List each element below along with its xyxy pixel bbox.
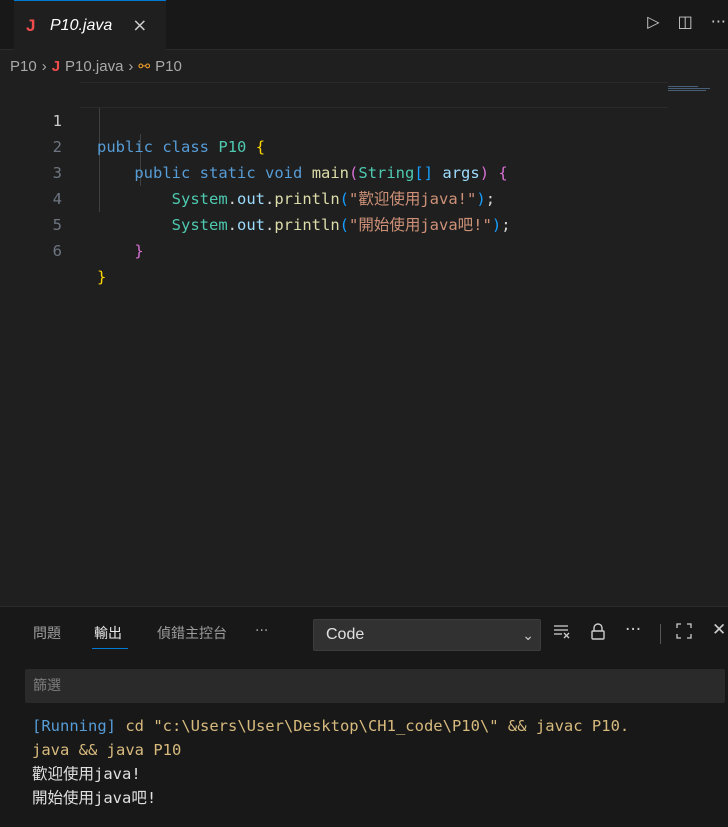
more-actions-icon[interactable]: ···: [625, 620, 641, 640]
filter-input[interactable]: 篩選: [25, 669, 725, 703]
tab-output[interactable]: 輸出: [94, 623, 122, 643]
line-number: 6: [52, 242, 62, 260]
tab-actions: ▷ ◫ ···: [647, 12, 728, 31]
output-command: [Running] cd "c:\Users\User\Desktop\CH1_…: [32, 717, 630, 735]
tab-problems[interactable]: 問題: [33, 623, 61, 643]
clear-output-icon[interactable]: [553, 623, 571, 644]
minimap[interactable]: [668, 86, 712, 94]
maximize-panel-icon[interactable]: [676, 623, 692, 644]
output-line: 歡迎使用java!: [32, 765, 141, 783]
close-icon[interactable]: ×: [132, 15, 147, 36]
divider: [660, 624, 661, 644]
class-symbol-icon: ⚯: [138, 57, 151, 74]
code-line: 5 }: [0, 186, 728, 260]
active-tab-indicator: [92, 648, 128, 649]
split-editor-icon[interactable]: ◫: [678, 12, 693, 31]
java-file-icon: J: [26, 15, 36, 35]
more-actions-icon[interactable]: ···: [711, 12, 726, 31]
bottom-panel: 問題 輸出 偵錯主控台 ··· Code ⌄ ··· ✕ 篩選 [Running…: [0, 606, 728, 827]
chevron-down-icon: ⌄: [522, 627, 534, 643]
output-channel-select[interactable]: Code ⌄: [313, 619, 541, 651]
chevron-right-icon: ›: [128, 57, 134, 75]
code-line: 4 System.out.println("開始使用java吧!");: [0, 160, 728, 234]
lock-icon[interactable]: [590, 623, 606, 646]
code-line: 6 }: [0, 212, 728, 286]
breadcrumb-folder[interactable]: P10: [10, 58, 37, 75]
breadcrumb-file[interactable]: P10.java: [65, 58, 123, 75]
output-line: 開始使用java吧!: [32, 789, 157, 807]
output-command-cont: java && java P10: [32, 741, 182, 759]
output-log: [Running] cd "c:\Users\User\Desktop\CH1_…: [32, 714, 728, 810]
more-tabs-icon[interactable]: ···: [255, 623, 268, 639]
breadcrumb-symbol[interactable]: P10: [155, 58, 182, 75]
chevron-right-icon: ›: [41, 57, 47, 75]
running-tag: [Running]: [32, 717, 116, 735]
code-line: 1 public class P10 {: [0, 82, 728, 156]
editor-tab-bar: J P10.java × ▷ ◫ ···: [0, 0, 728, 50]
code-line: 2 public static void main(String[] args)…: [0, 108, 728, 182]
panel-tabs: 問題 輸出 偵錯主控台 ··· Code ⌄ ··· ✕: [0, 607, 728, 657]
tab-label: P10.java: [50, 16, 113, 34]
code-editor[interactable]: 1 public class P10 { 2 public static voi…: [0, 82, 728, 606]
code-line: 3 System.out.println("歡迎使用java!");: [0, 134, 728, 208]
output-channel-value: Code: [326, 626, 365, 643]
java-file-icon: J: [51, 57, 61, 75]
breadcrumb: P10 › J P10.java › ⚯ P10: [0, 54, 728, 78]
run-icon[interactable]: ▷: [647, 12, 659, 31]
tab-debug-console[interactable]: 偵錯主控台: [157, 623, 227, 643]
close-panel-icon[interactable]: ✕: [712, 620, 726, 640]
tab-p10-java[interactable]: J P10.java ×: [14, 0, 166, 50]
